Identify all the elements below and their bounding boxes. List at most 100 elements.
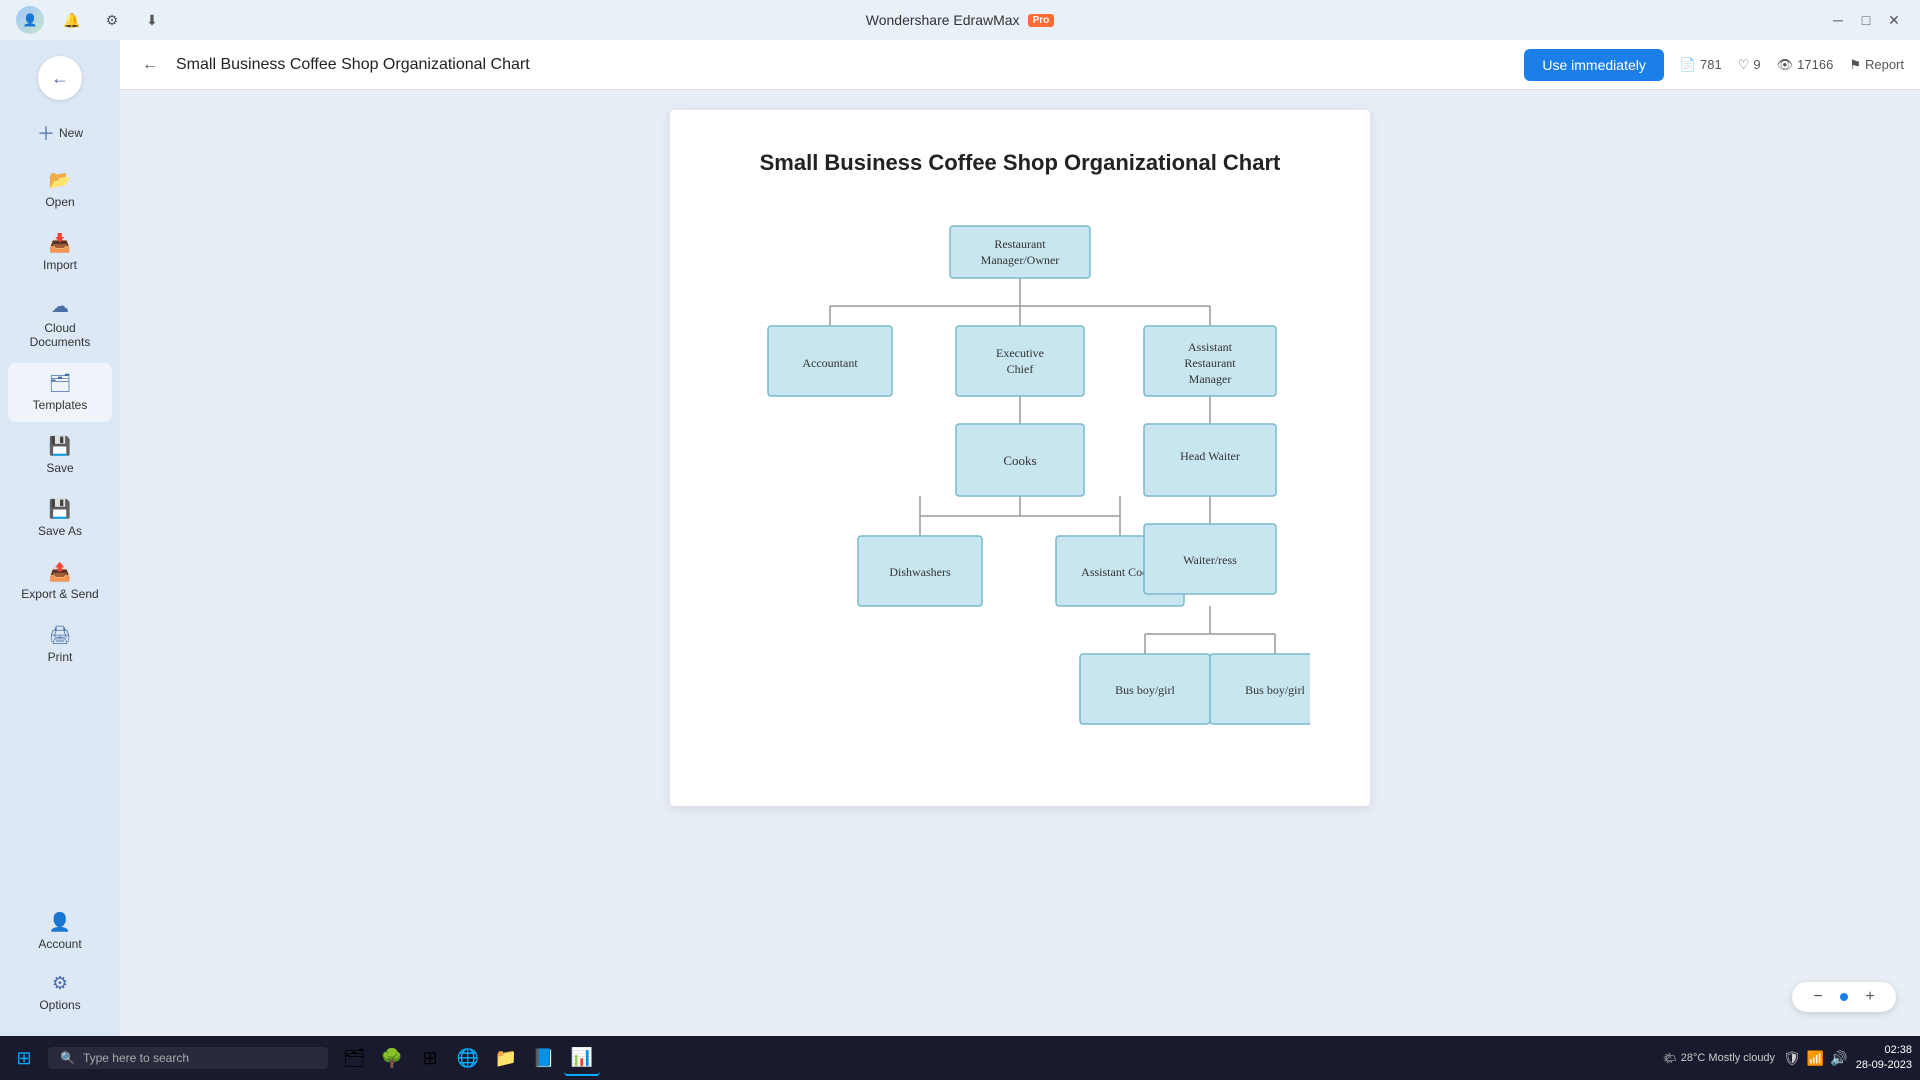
sidebar-item-cloud[interactable]: ☁ Cloud Documents — [8, 286, 112, 359]
report-label: Report — [1865, 57, 1904, 72]
svg-text:Manager/Owner: Manager/Owner — [981, 253, 1060, 267]
taskbar: ⊞ 🔍 Type here to search 🗂 🌳 ⊞ 🌐 📁 📘 📊 🌤 … — [0, 1036, 1920, 1080]
svg-text:Bus boy/girl: Bus boy/girl — [1115, 683, 1175, 697]
org-chart-container: Restaurant Manager/Owner Accountant Exec… — [730, 206, 1310, 766]
svg-text:Dishwashers: Dishwashers — [889, 565, 951, 579]
taskbar-app-word[interactable]: 📘 — [526, 1040, 562, 1076]
views-count: 17166 — [1797, 57, 1833, 72]
weather-icon: 🌤 — [1663, 1052, 1677, 1065]
minimize-button[interactable]: ─ — [1828, 10, 1848, 30]
sidebar-item-open[interactable]: 📂 Open — [8, 160, 112, 219]
window-controls: ─ □ ✕ — [1828, 10, 1904, 30]
taskbar-apps: 🗂 🌳 ⊞ 🌐 📁 📘 📊 — [336, 1040, 1659, 1076]
network-icon: 📶 — [1807, 1050, 1824, 1067]
diagram-card: Small Business Coffee Shop Organizationa… — [670, 110, 1370, 806]
pro-badge: Pro — [1028, 14, 1055, 27]
content-area: ← Small Business Coffee Shop Organizatio… — [120, 40, 1920, 1036]
page-title: Small Business Coffee Shop Organizationa… — [176, 56, 1512, 74]
notification-icon[interactable]: 🔔 — [60, 8, 84, 32]
sidebar-label-import: Import — [43, 258, 77, 272]
templates-icon: 🗂 — [49, 373, 72, 394]
print-icon: 🖨 — [49, 625, 72, 646]
sidebar-item-print[interactable]: 🖨 Print — [8, 615, 112, 674]
sidebar-label-cloud: Cloud Documents — [16, 321, 104, 349]
sidebar-item-saveas[interactable]: 💾 Save As — [8, 489, 112, 548]
taskbar-app-tree[interactable]: 🌳 — [374, 1040, 410, 1076]
app-title: Wondershare EdrawMax — [866, 12, 1020, 28]
sidebar-item-import[interactable]: 📥 Import — [8, 223, 112, 282]
taskbar-app-explorer[interactable]: 🗂 — [336, 1040, 372, 1076]
top-bar-actions: Use immediately 📄 781 ♡ 9 👁 17166 ⚑ Repo… — [1524, 49, 1904, 81]
org-chart-svg: Restaurant Manager/Owner Accountant Exec… — [730, 206, 1310, 766]
sidebar-label-open: Open — [45, 195, 74, 209]
report-button[interactable]: ⚑ Report — [1849, 57, 1904, 73]
sidebar-item-save[interactable]: 💾 Save — [8, 426, 112, 485]
title-bar: 👤 🔔 ⚙ ⬇ Wondershare EdrawMax Pro ─ □ ✕ — [0, 0, 1920, 40]
sidebar-item-export[interactable]: 📤 Export & Send — [8, 552, 112, 611]
zoom-indicator — [1840, 993, 1848, 1001]
weather-info: 🌤 28°C Mostly cloudy — [1663, 1052, 1775, 1065]
sidebar-label-account: Account — [38, 937, 81, 951]
save-icon: 💾 — [49, 436, 71, 457]
title-bar-center: Wondershare EdrawMax Pro — [866, 12, 1054, 28]
sidebar-label-save: Save — [46, 461, 73, 475]
taskbar-system-icons: 🛡 📶 🔊 — [1783, 1050, 1848, 1067]
svg-text:Chief: Chief — [1007, 362, 1034, 376]
taskbar-right: 🌤 28°C Mostly cloudy 🛡 📶 🔊 02:38 28-09-2… — [1663, 1043, 1912, 1074]
account-icon: 👤 — [49, 912, 71, 933]
taskbar-app-edraw[interactable]: 📊 — [564, 1040, 600, 1076]
taskbar-app-taskview[interactable]: ⊞ — [412, 1040, 448, 1076]
sidebar-label-export: Export & Send — [21, 587, 98, 601]
taskbar-app-edge[interactable]: 🌐 — [450, 1040, 486, 1076]
sidebar: ← ＋ New 📂 Open 📥 Import ☁ Cloud Document… — [0, 40, 120, 1036]
copies-count: 781 — [1700, 57, 1722, 72]
use-immediately-button[interactable]: Use immediately — [1524, 49, 1663, 81]
zoom-in-button[interactable]: + — [1860, 988, 1880, 1006]
taskbar-search-placeholder: Type here to search — [83, 1051, 189, 1065]
likes-count: 9 — [1753, 57, 1760, 72]
copies-icon: 📄 — [1680, 57, 1696, 73]
taskbar-app-files[interactable]: 📁 — [488, 1040, 524, 1076]
windows-logo-icon: ⊞ — [16, 1048, 31, 1069]
security-icon: 🛡 — [1783, 1050, 1801, 1067]
settings-icon[interactable]: ⚙ — [100, 8, 124, 32]
svg-text:Cooks: Cooks — [1003, 453, 1036, 468]
back-home-button[interactable]: ← — [38, 56, 82, 100]
svg-text:Executive: Executive — [996, 346, 1044, 360]
export-icon: 📤 — [49, 562, 71, 583]
svg-text:Restaurant: Restaurant — [994, 237, 1046, 251]
speaker-icon: 🔊 — [1830, 1050, 1847, 1067]
sidebar-item-templates[interactable]: 🗂 Templates — [8, 363, 112, 422]
sidebar-item-options[interactable]: ⚙ Options — [8, 963, 112, 1022]
taskbar-time-display: 02:38 28-09-2023 — [1856, 1043, 1912, 1074]
taskbar-date: 28-09-2023 — [1856, 1058, 1912, 1073]
svg-text:Head Waiter: Head Waiter — [1180, 449, 1240, 463]
views-stat: 👁 17166 — [1777, 57, 1834, 73]
options-icon: ⚙ — [52, 973, 68, 994]
download-icon[interactable]: ⬇ — [140, 8, 164, 32]
topbar-back-button[interactable]: ← — [136, 51, 164, 79]
svg-text:Accountant: Accountant — [802, 356, 858, 370]
diagram-title: Small Business Coffee Shop Organizationa… — [730, 150, 1310, 176]
top-bar: ← Small Business Coffee Shop Organizatio… — [120, 40, 1920, 90]
sidebar-item-new[interactable]: ＋ New — [8, 110, 112, 156]
user-avatar: 👤 — [16, 6, 44, 34]
sidebar-label-saveas: Save As — [38, 524, 82, 538]
svg-text:Manager: Manager — [1189, 372, 1232, 386]
new-icon: ＋ — [37, 120, 55, 146]
canvas-area[interactable]: Small Business Coffee Shop Organizationa… — [120, 90, 1920, 1036]
start-button[interactable]: ⊞ — [8, 1042, 40, 1074]
cloud-icon: ☁ — [51, 296, 69, 317]
open-icon: 📂 — [49, 170, 71, 191]
taskbar-search-box[interactable]: 🔍 Type here to search — [48, 1047, 328, 1069]
sidebar-label-options: Options — [39, 998, 80, 1012]
zoom-controls: − + — [1792, 982, 1896, 1012]
zoom-out-button[interactable]: − — [1808, 988, 1828, 1006]
sidebar-item-account[interactable]: 👤 Account — [8, 902, 112, 961]
svg-text:Waiter/ress: Waiter/ress — [1183, 553, 1237, 567]
maximize-button[interactable]: □ — [1856, 10, 1876, 30]
svg-text:Bus boy/girl: Bus boy/girl — [1245, 683, 1305, 697]
close-button[interactable]: ✕ — [1884, 10, 1904, 30]
weather-text: 28°C Mostly cloudy — [1681, 1052, 1775, 1064]
svg-text:Assistant: Assistant — [1188, 340, 1233, 354]
